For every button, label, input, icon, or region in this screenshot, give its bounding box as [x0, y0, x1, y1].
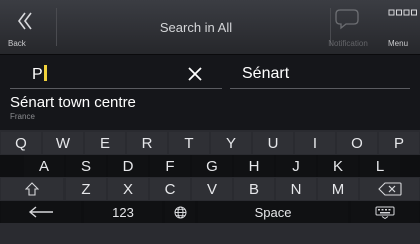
- key-m[interactable]: M: [318, 178, 358, 200]
- keyboard-back-key[interactable]: [1, 201, 81, 223]
- key-q[interactable]: Q: [1, 132, 41, 154]
- search-input[interactable]: P: [10, 60, 222, 89]
- key-o[interactable]: O: [337, 132, 377, 154]
- language-key[interactable]: [165, 201, 195, 223]
- grid-dots-icon: [388, 9, 417, 16]
- location-field[interactable]: Sénart: [230, 60, 410, 89]
- key-n[interactable]: N: [276, 178, 316, 200]
- text-caret: [43, 65, 47, 81]
- key-j[interactable]: J: [276, 155, 316, 177]
- space-key[interactable]: Space: [198, 201, 348, 223]
- page-title: Search in All: [159, 19, 233, 35]
- key-p[interactable]: P: [379, 132, 419, 154]
- key-k[interactable]: K: [318, 155, 358, 177]
- list-item[interactable]: Sénart town centre France: [0, 90, 420, 128]
- key-v[interactable]: V: [192, 178, 232, 200]
- key-w[interactable]: W: [43, 132, 83, 154]
- key-g[interactable]: G: [192, 155, 232, 177]
- search-fields: P Sénart: [0, 58, 420, 89]
- key-d[interactable]: D: [108, 155, 148, 177]
- keyboard-icon: [375, 206, 395, 219]
- notification-button[interactable]: Notification: [322, 0, 374, 54]
- result-country: France: [10, 112, 35, 121]
- close-icon: [188, 67, 202, 81]
- location-value: Sénart: [242, 65, 290, 82]
- key-f[interactable]: F: [150, 155, 190, 177]
- search-query-text: P: [32, 65, 47, 84]
- key-b[interactable]: B: [234, 178, 274, 200]
- search-query-value: P: [32, 66, 43, 83]
- key-z[interactable]: Z: [66, 178, 106, 200]
- result-name: Sénart town centre: [10, 94, 136, 111]
- keyboard-row: 123 Space: [0, 201, 420, 223]
- notification-label: Notification: [328, 39, 368, 48]
- key-e[interactable]: E: [85, 132, 125, 154]
- back-button[interactable]: Back: [0, 0, 52, 54]
- globe-icon: [174, 206, 186, 218]
- menu-button[interactable]: Menu: [384, 0, 420, 54]
- speech-bubble-icon: [335, 9, 359, 30]
- shift-key[interactable]: [1, 178, 63, 200]
- backspace-key[interactable]: [360, 178, 419, 200]
- numbers-key[interactable]: 123: [84, 201, 162, 223]
- left-arrow-icon: [28, 206, 53, 218]
- hide-keyboard-key[interactable]: [351, 201, 419, 223]
- key-y[interactable]: Y: [211, 132, 251, 154]
- key-x[interactable]: X: [108, 178, 148, 200]
- key-t[interactable]: T: [169, 132, 209, 154]
- divider: [56, 8, 57, 46]
- shift-arrow-icon: [25, 182, 39, 196]
- back-label: Back: [8, 39, 26, 48]
- top-bar: Back Search in All Notification Menu: [0, 0, 420, 55]
- menu-label: Menu: [388, 39, 409, 48]
- keyboard-row: A S D F G H J K L: [0, 155, 420, 177]
- key-r[interactable]: R: [127, 132, 167, 154]
- backspace-icon: [377, 182, 402, 196]
- key-c[interactable]: C: [150, 178, 190, 200]
- key-u[interactable]: U: [253, 132, 293, 154]
- key-h[interactable]: H: [234, 155, 274, 177]
- key-l[interactable]: L: [360, 155, 400, 177]
- key-i[interactable]: I: [295, 132, 335, 154]
- on-screen-keyboard: Q W E R T Y U I O P A S D F G H J K L Z …: [0, 130, 420, 244]
- key-s[interactable]: S: [66, 155, 106, 177]
- key-a[interactable]: A: [24, 155, 64, 177]
- clear-button[interactable]: [186, 64, 210, 84]
- double-chevron-left-icon: [18, 12, 32, 30]
